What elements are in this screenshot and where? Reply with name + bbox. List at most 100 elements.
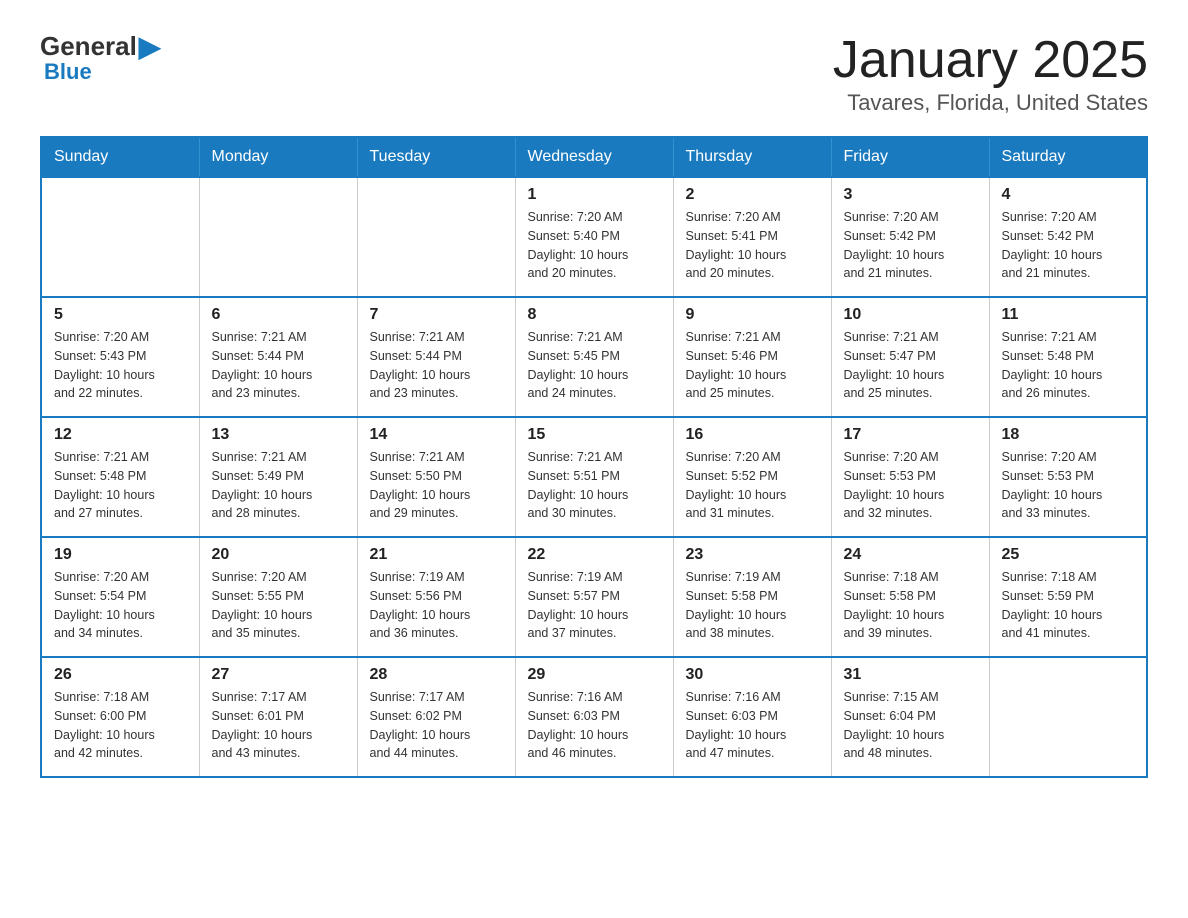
day-number: 31 — [844, 666, 977, 684]
calendar-cell: 10Sunrise: 7:21 AM Sunset: 5:47 PM Dayli… — [831, 297, 989, 417]
day-info: Sunrise: 7:15 AM Sunset: 6:04 PM Dayligh… — [844, 688, 977, 763]
day-info: Sunrise: 7:21 AM Sunset: 5:48 PM Dayligh… — [54, 448, 187, 523]
day-number: 15 — [528, 426, 661, 444]
day-info: Sunrise: 7:20 AM Sunset: 5:52 PM Dayligh… — [686, 448, 819, 523]
calendar-cell: 2 Sunrise: 7:20 AM Sunset: 5:41 PM Daylig… — [673, 177, 831, 297]
day-number: 7 — [370, 306, 503, 324]
day-number: 9 — [686, 306, 819, 324]
day-number: 18 — [1002, 426, 1135, 444]
calendar-week-row: 1 Sunrise: 7:20 AM Sunset: 5:40 PM Daylig… — [41, 177, 1147, 297]
day-info: Sunrise: 7:20 AM Sunset: 5:40 PM Dayligh… — [528, 208, 661, 283]
day-info: Sunrise: 7:21 AM Sunset: 5:44 PM Dayligh… — [212, 328, 345, 403]
calendar-body: 1 Sunrise: 7:20 AM Sunset: 5:40 PM Daylig… — [41, 177, 1147, 777]
calendar-cell: 23 Sunrise: 7:19 AM Sunset: 5:58 PM Dayli… — [673, 537, 831, 657]
day-info: Sunrise: 7:16 AM Sunset: 6:03 PM Dayligh… — [686, 688, 819, 763]
month-title: January 2025 — [833, 30, 1148, 90]
day-number: 20 — [212, 546, 345, 564]
day-info: Sunrise: 7:21 AM Sunset: 5:45 PM Dayligh… — [528, 328, 661, 403]
calendar-cell: 28 Sunrise: 7:17 AM Sunset: 6:02 PM Dayli… — [357, 657, 515, 777]
day-number: 24 — [844, 546, 977, 564]
calendar-cell: 15 Sunrise: 7:21 AM Sunset: 5:51 PM Dayli… — [515, 417, 673, 537]
day-info: Sunrise: 7:21 AM Sunset: 5:44 PM Dayligh… — [370, 328, 503, 403]
day-number: 2 — [686, 186, 819, 204]
day-info: Sunrise: 7:20 AM Sunset: 5:55 PM Dayligh… — [212, 568, 345, 643]
weekday-header-friday: Friday — [831, 137, 989, 177]
calendar-cell: 22Sunrise: 7:19 AM Sunset: 5:57 PM Dayli… — [515, 537, 673, 657]
day-number: 28 — [370, 666, 503, 684]
day-number: 10 — [844, 306, 977, 324]
day-number: 26 — [54, 666, 187, 684]
calendar-cell: 3Sunrise: 7:20 AM Sunset: 5:42 PM Daylig… — [831, 177, 989, 297]
weekday-header-thursday: Thursday — [673, 137, 831, 177]
day-number: 6 — [212, 306, 345, 324]
calendar-cell: 11 Sunrise: 7:21 AM Sunset: 5:48 PM Dayli… — [989, 297, 1147, 417]
calendar-cell: 9 Sunrise: 7:21 AM Sunset: 5:46 PM Daylig… — [673, 297, 831, 417]
calendar-cell: 21 Sunrise: 7:19 AM Sunset: 5:56 PM Dayli… — [357, 537, 515, 657]
weekday-header-row: SundayMondayTuesdayWednesdayThursdayFrid… — [41, 137, 1147, 177]
calendar-cell: 13Sunrise: 7:21 AM Sunset: 5:49 PM Dayli… — [199, 417, 357, 537]
day-info: Sunrise: 7:19 AM Sunset: 5:56 PM Dayligh… — [370, 568, 503, 643]
calendar-cell: 19Sunrise: 7:20 AM Sunset: 5:54 PM Dayli… — [41, 537, 199, 657]
calendar-week-row: 12Sunrise: 7:21 AM Sunset: 5:48 PM Dayli… — [41, 417, 1147, 537]
calendar-cell: 6 Sunrise: 7:21 AM Sunset: 5:44 PM Daylig… — [199, 297, 357, 417]
day-number: 8 — [528, 306, 661, 324]
day-info: Sunrise: 7:19 AM Sunset: 5:58 PM Dayligh… — [686, 568, 819, 643]
title-section: January 2025 Tavares, Florida, United St… — [833, 30, 1148, 116]
calendar-cell: 17Sunrise: 7:20 AM Sunset: 5:53 PM Dayli… — [831, 417, 989, 537]
calendar-cell — [357, 177, 515, 297]
day-info: Sunrise: 7:17 AM Sunset: 6:02 PM Dayligh… — [370, 688, 503, 763]
weekday-header-tuesday: Tuesday — [357, 137, 515, 177]
day-number: 25 — [1002, 546, 1135, 564]
calendar-cell: 31 Sunrise: 7:15 AM Sunset: 6:04 PM Dayli… — [831, 657, 989, 777]
calendar-cell: 4 Sunrise: 7:20 AM Sunset: 5:42 PM Daylig… — [989, 177, 1147, 297]
calendar-week-row: 26 Sunrise: 7:18 AM Sunset: 6:00 PM Dayli… — [41, 657, 1147, 777]
day-number: 23 — [686, 546, 819, 564]
weekday-header-monday: Monday — [199, 137, 357, 177]
calendar-cell: 30 Sunrise: 7:16 AM Sunset: 6:03 PM Dayli… — [673, 657, 831, 777]
day-info: Sunrise: 7:20 AM Sunset: 5:43 PM Dayligh… — [54, 328, 187, 403]
day-info: Sunrise: 7:17 AM Sunset: 6:01 PM Dayligh… — [212, 688, 345, 763]
day-number: 30 — [686, 666, 819, 684]
calendar-cell: 12Sunrise: 7:21 AM Sunset: 5:48 PM Dayli… — [41, 417, 199, 537]
day-info: Sunrise: 7:20 AM Sunset: 5:41 PM Dayligh… — [686, 208, 819, 283]
day-number: 1 — [528, 186, 661, 204]
day-info: Sunrise: 7:20 AM Sunset: 5:53 PM Dayligh… — [1002, 448, 1135, 523]
calendar-week-row: 19Sunrise: 7:20 AM Sunset: 5:54 PM Dayli… — [41, 537, 1147, 657]
day-info: Sunrise: 7:20 AM Sunset: 5:42 PM Dayligh… — [844, 208, 977, 283]
calendar-week-row: 5Sunrise: 7:20 AM Sunset: 5:43 PM Daylig… — [41, 297, 1147, 417]
location-subtitle: Tavares, Florida, United States — [833, 90, 1148, 116]
day-info: Sunrise: 7:18 AM Sunset: 5:59 PM Dayligh… — [1002, 568, 1135, 643]
day-number: 17 — [844, 426, 977, 444]
day-number: 22 — [528, 546, 661, 564]
calendar-cell — [989, 657, 1147, 777]
calendar-cell: 20 Sunrise: 7:20 AM Sunset: 5:55 PM Dayli… — [199, 537, 357, 657]
day-info: Sunrise: 7:18 AM Sunset: 6:00 PM Dayligh… — [54, 688, 187, 763]
day-number: 27 — [212, 666, 345, 684]
day-number: 19 — [54, 546, 187, 564]
day-info: Sunrise: 7:18 AM Sunset: 5:58 PM Dayligh… — [844, 568, 977, 643]
day-info: Sunrise: 7:21 AM Sunset: 5:50 PM Dayligh… — [370, 448, 503, 523]
day-number: 14 — [370, 426, 503, 444]
page-header: General ▶ Blue January 2025 Tavares, Flo… — [40, 30, 1148, 116]
weekday-header-sunday: Sunday — [41, 137, 199, 177]
day-number: 4 — [1002, 186, 1135, 204]
day-info: Sunrise: 7:20 AM Sunset: 5:42 PM Dayligh… — [1002, 208, 1135, 283]
calendar-cell: 7 Sunrise: 7:21 AM Sunset: 5:44 PM Daylig… — [357, 297, 515, 417]
calendar-cell: 24 Sunrise: 7:18 AM Sunset: 5:58 PM Dayli… — [831, 537, 989, 657]
calendar-cell: 16 Sunrise: 7:20 AM Sunset: 5:52 PM Dayli… — [673, 417, 831, 537]
calendar-cell: 5Sunrise: 7:20 AM Sunset: 5:43 PM Daylig… — [41, 297, 199, 417]
logo-blue-text: Blue — [44, 59, 92, 85]
day-info: Sunrise: 7:21 AM Sunset: 5:48 PM Dayligh… — [1002, 328, 1135, 403]
day-info: Sunrise: 7:21 AM Sunset: 5:46 PM Dayligh… — [686, 328, 819, 403]
calendar-cell: 18 Sunrise: 7:20 AM Sunset: 5:53 PM Dayli… — [989, 417, 1147, 537]
calendar-cell: 29Sunrise: 7:16 AM Sunset: 6:03 PM Dayli… — [515, 657, 673, 777]
logo: General ▶ Blue — [40, 30, 162, 85]
calendar-cell: 25 Sunrise: 7:18 AM Sunset: 5:59 PM Dayli… — [989, 537, 1147, 657]
day-number: 21 — [370, 546, 503, 564]
day-number: 11 — [1002, 306, 1135, 324]
weekday-header-saturday: Saturday — [989, 137, 1147, 177]
day-info: Sunrise: 7:21 AM Sunset: 5:51 PM Dayligh… — [528, 448, 661, 523]
day-number: 29 — [528, 666, 661, 684]
calendar-cell: 1 Sunrise: 7:20 AM Sunset: 5:40 PM Daylig… — [515, 177, 673, 297]
day-number: 16 — [686, 426, 819, 444]
